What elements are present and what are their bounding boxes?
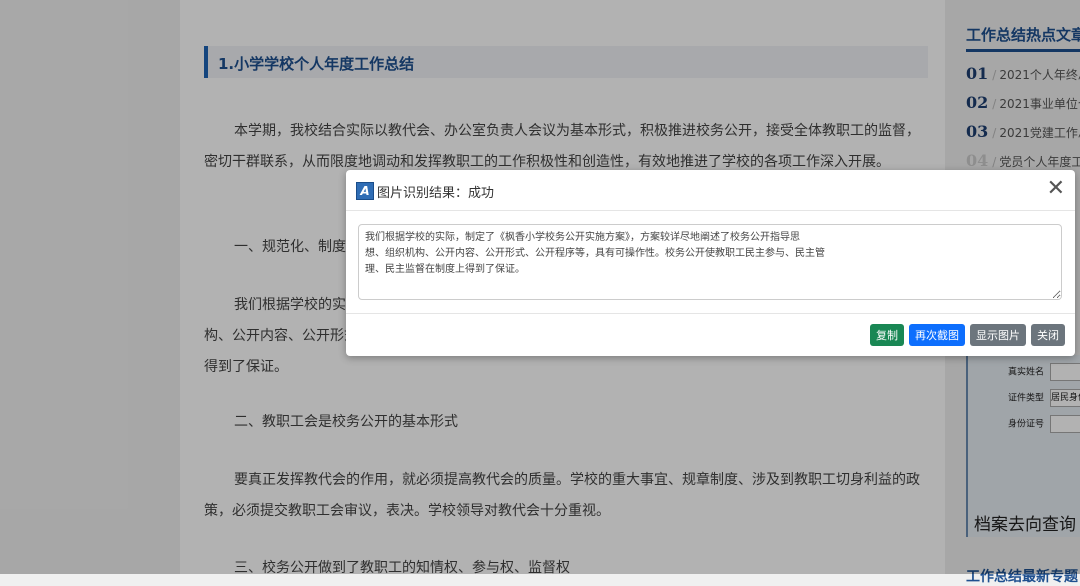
dialog-footer-divider [346, 313, 1075, 314]
close-icon[interactable]: ✕ [1047, 176, 1065, 201]
close-button[interactable]: 关闭 [1031, 324, 1065, 346]
show-image-button[interactable]: 显示图片 [970, 324, 1026, 346]
ocr-result-textarea[interactable] [358, 224, 1062, 300]
recapture-button[interactable]: 再次截图 [909, 324, 965, 346]
ocr-result-dialog: A 图片识别结果：成功 ✕ 复制 再次截图 显示图片 关闭 [346, 170, 1075, 356]
copy-button[interactable]: 复制 [870, 324, 904, 346]
app-logo-icon: A [356, 182, 374, 200]
dialog-header: A 图片识别结果：成功 ✕ [346, 170, 1075, 211]
dialog-title: 图片识别结果：成功 [377, 186, 495, 201]
